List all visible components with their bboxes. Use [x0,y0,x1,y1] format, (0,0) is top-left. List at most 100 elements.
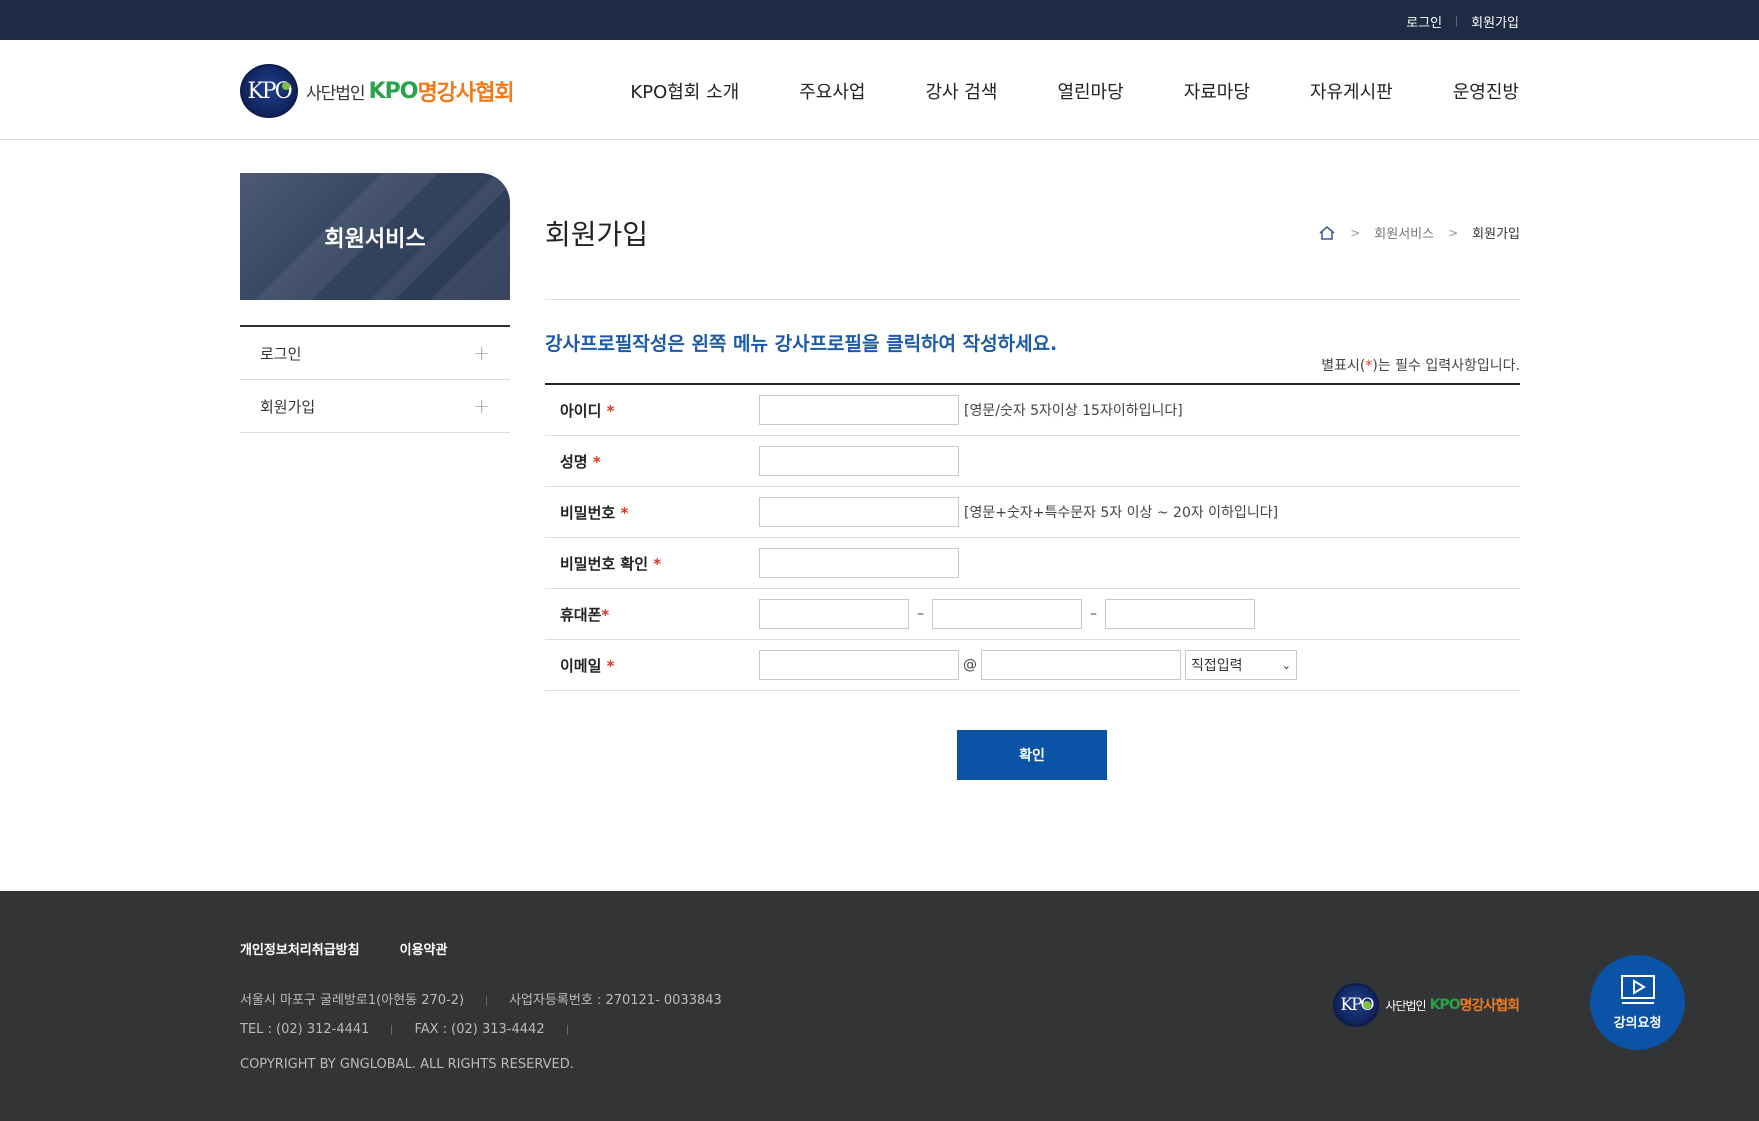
name-input[interactable] [759,446,959,476]
title-divider [545,299,1520,300]
chevron-right-icon: > [1448,225,1459,240]
name-label: 성명 * [545,451,759,472]
emblem-dot [282,82,290,90]
phone-field: – – [759,599,1255,629]
sidebar-title: 회원서비스 [324,226,426,252]
required-note-pre: 별표시( [1321,358,1366,374]
divider [391,1024,393,1035]
sidebar-item-label: 로그인 [260,344,302,363]
privacy-policy-link[interactable]: 개인정보처리취급방침 [240,939,360,958]
password-confirm-label-text: 비밀번호 확인 [560,554,654,573]
page-title: 회원가입 [545,218,649,251]
site-logo[interactable]: KPO 사단법인 KPO 명강사협회 [240,64,515,118]
chevron-down-icon: ⌄ [1281,658,1291,672]
nav-item-open-forum[interactable]: 열린마당 [1057,78,1123,104]
logo-subtitle: 사단법인 [306,83,366,104]
nav-item-instructor-search[interactable]: 강사 검색 [925,78,997,104]
form-row-name: 성명 * [545,436,1520,487]
required-star: * [601,605,610,624]
footer-info-line-1: 서울시 마포구 굴레방로1(아현동 270-2) 사업자등록번호 : 270121… [240,986,722,1015]
email-at-sign: @ [963,657,977,673]
footer-logo: KPO 사단법인 KPO 명강사협회 [1333,983,1520,1027]
password-input[interactable] [759,497,959,527]
breadcrumb: > 회원서비스 > 회원가입 [1318,223,1520,242]
lecture-request-label: 강의요청 [1613,1016,1662,1031]
form-row-password: 비밀번호 * [영문+숫자+특수문자 5자 이상 ~ 20자 이하입니다] [545,487,1520,538]
sidebar-menu: 로그인 + 회원가입 + [240,325,510,433]
required-star: * [653,554,662,573]
divider [566,1024,568,1035]
nav-item-free-board[interactable]: 자유게시판 [1310,78,1393,104]
lecture-request-button[interactable]: 강의요청 [1590,955,1685,1050]
password-field: [영문+숫자+특수문자 5자 이상 ~ 20자 이하입니다] [759,497,1278,527]
kpo-emblem-icon: KPO [240,64,298,118]
email-domain-select[interactable]: 직접입력 ⌄ [1185,650,1297,680]
footer-business-no: 사업자등록번호 : 270121- 0033843 [509,993,722,1008]
breadcrumb-current: 회원가입 [1472,227,1520,242]
video-play-icon [1620,975,1655,1004]
id-label: 아이디 * [545,400,759,421]
footer-copyright: COPYRIGHT BY GNGLOBAL. ALL RIGHTS RESERV… [240,1057,574,1072]
sidebar-item-label: 회원가입 [260,397,316,416]
nav-item-business[interactable]: 주요사업 [799,78,865,104]
sidebar-item-join[interactable]: 회원가입 + [240,380,510,433]
email-label-text: 이메일 [560,656,607,675]
form-row-password-confirm: 비밀번호 확인 * [545,538,1520,589]
top-join-link[interactable]: 회원가입 [1471,12,1519,31]
profile-notice: 강사프로필작성은 왼쪽 메뉴 강사프로필을 클릭하여 작성하세요. [545,333,1058,355]
nav-item-staff-room[interactable]: 운영진방 [1453,78,1519,104]
terms-link[interactable]: 이용약관 [400,939,448,958]
plus-icon: + [473,341,490,365]
footer-links: 개인정보처리취급방침 이용약관 [240,939,447,958]
password-confirm-field [759,548,959,578]
submit-button[interactable]: 확인 [957,730,1107,780]
phone-separator: – [917,606,924,622]
plus-icon: + [473,394,490,418]
name-label-text: 성명 [560,452,593,471]
password-hint: [영문+숫자+특수문자 5자 이상 ~ 20자 이하입니다] [964,505,1279,521]
required-note-post: )는 필수 입력사항입니다. [1372,358,1520,374]
sidebar-visual-banner: 회원서비스 [240,173,510,300]
site-footer: 개인정보처리취급방침 이용약관 서울시 마포구 굴레방로1(아현동 270-2)… [0,891,1759,1121]
chevron-right-icon: > [1350,225,1361,240]
required-star: * [620,503,629,522]
top-utility-links: 로그인 회원가입 [1406,12,1519,31]
sidebar-item-login[interactable]: 로그인 + [240,327,510,380]
footer-info-line-2: TEL : (02) 312-4441 FAX : (02) 313-4442 [240,1015,722,1044]
user-id-input[interactable] [759,395,959,425]
footer-info: 서울시 마포구 굴레방로1(아현동 270-2) 사업자등록번호 : 270121… [240,986,722,1044]
required-star: * [606,656,615,675]
top-utility-bar: 로그인 회원가입 [0,0,1759,40]
email-domain-input[interactable] [981,650,1181,680]
logo-kpo: KPO [368,78,419,104]
logo-subtitle: 사단법인 [1385,998,1426,1013]
required-star: * [592,452,601,471]
home-icon[interactable] [1318,225,1336,241]
required-note: 별표시(*)는 필수 입력사항입니다. [1321,355,1520,375]
password-confirm-input[interactable] [759,548,959,578]
id-hint: [영문/숫자 5자이상 15자이하입니다] [964,403,1183,419]
form-row-email: 이메일 * @ 직접입력 ⌄ [545,640,1520,691]
signup-form: 아이디 * [영문/숫자 5자이상 15자이하입니다] 성명 * 비밀번호 * … [545,383,1520,691]
nav-item-resources[interactable]: 자료마당 [1184,78,1250,104]
required-star: * [606,401,615,420]
phone-part1-input[interactable] [759,599,909,629]
name-field [759,446,959,476]
nav-item-about[interactable]: KPO협회 소개 [630,78,739,104]
phone-part3-input[interactable] [1105,599,1255,629]
password-confirm-label: 비밀번호 확인 * [545,553,759,574]
phone-separator: – [1090,606,1097,622]
form-row-phone: 휴대폰* – – [545,589,1520,640]
logo-name: 명강사협회 [417,81,514,106]
email-label: 이메일 * [545,655,759,676]
kpo-emblem-icon: KPO [1333,983,1380,1027]
divider [486,995,488,1006]
footer-fax: FAX : (02) 313-4442 [414,1022,545,1037]
logo-kpo: KPO [1429,997,1461,1013]
footer-tel: TEL : (02) 312-4441 [240,1022,370,1037]
email-local-input[interactable] [759,650,959,680]
phone-part2-input[interactable] [932,599,1082,629]
form-row-id: 아이디 * [영문/숫자 5자이상 15자이하입니다] [545,385,1520,436]
top-login-link[interactable]: 로그인 [1406,12,1442,31]
breadcrumb-item[interactable]: 회원서비스 [1374,223,1434,242]
